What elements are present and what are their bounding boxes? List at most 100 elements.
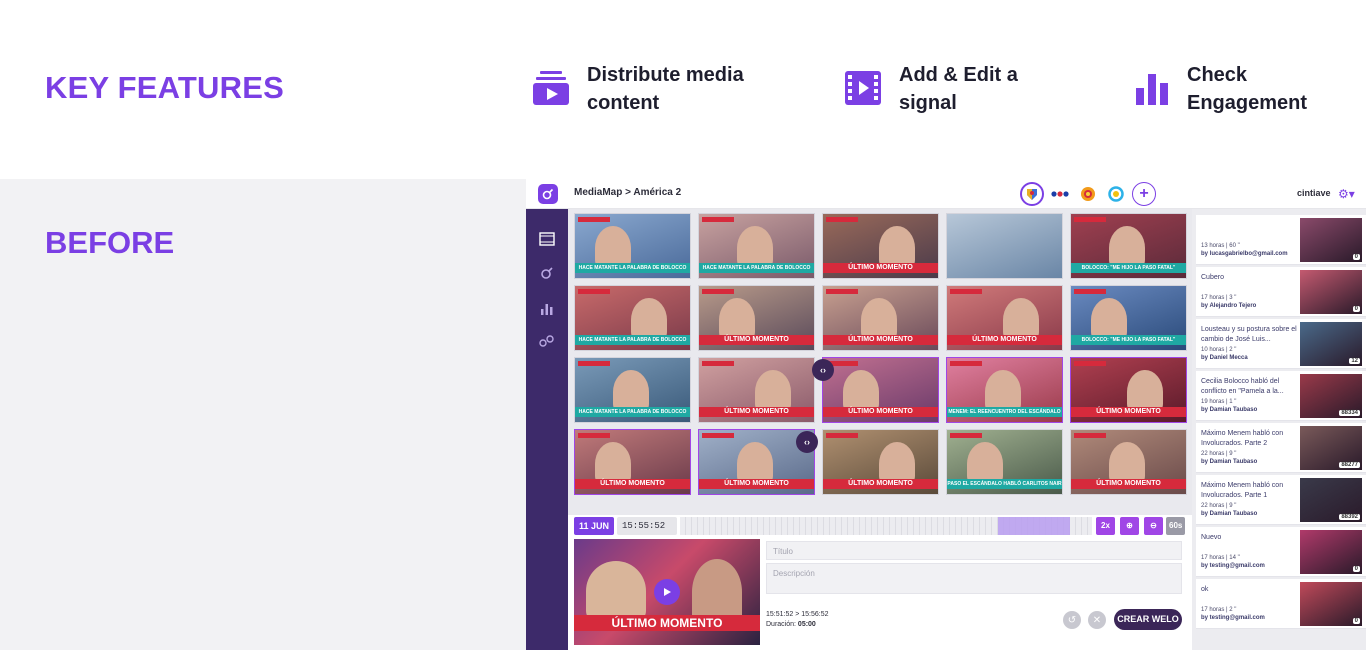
feed-item[interactable]: Máximo Menem habló con Involucrados. Par… — [1196, 423, 1366, 473]
video-thumbnail[interactable]: ÚLTIMO MOMENTO — [946, 285, 1063, 351]
video-thumbnail[interactable]: ÚLTIMO MOMENTO — [822, 357, 939, 423]
add-channel-icon[interactable]: + — [1132, 182, 1156, 206]
undo-icon[interactable]: ↺ — [1063, 611, 1081, 629]
duration-button[interactable]: 60s — [1166, 517, 1186, 535]
thumbnail-banner: ÚLTIMO MOMENTO — [1071, 407, 1186, 417]
clip-range: 15:51:52 > 15:56:52 — [766, 611, 829, 618]
film-icon[interactable] — [537, 229, 557, 249]
feed-item-time: 19 horas | 1 " — [1201, 399, 1237, 405]
stats-icon[interactable] — [537, 299, 557, 319]
view-count-badge: 0 — [1352, 618, 1360, 624]
channel-america-icon[interactable] — [1020, 182, 1044, 206]
timeline-date[interactable]: 11 JUN — [574, 517, 614, 535]
video-thumbnail[interactable]: HACE MATANTE LA PALABRA DE BOLOCCO — [574, 213, 691, 279]
feed-item-title: Cecilia Bolocco habló del conflicto en "… — [1201, 378, 1284, 395]
feed-item-thumbnail[interactable]: 0 — [1300, 218, 1362, 262]
channel-dots-icon[interactable] — [1048, 182, 1072, 206]
channel-tag — [950, 289, 982, 294]
zoom-in-button[interactable]: ⊕ — [1120, 517, 1139, 535]
video-thumbnail[interactable]: HACE MATANTE LA PALABRA DE BOLOCCO — [574, 285, 691, 351]
channel-tag — [702, 289, 734, 294]
play-icon[interactable] — [654, 579, 680, 605]
view-count-badge: 0 — [1352, 306, 1360, 312]
feature-engagement: Check Engagement — [1133, 61, 1337, 117]
feed-item-meta: 17 horas | 14 " by testing@gmail.com — [1201, 554, 1301, 570]
feed-item[interactable]: Lousteau y su postura sobre el cambio de… — [1196, 319, 1366, 369]
video-thumbnail[interactable]: PASO EL ESCÁNDALO HABLÓ CARLITOS NAIR — [946, 429, 1063, 495]
feature-edit-signal: Add & Edit a signal — [844, 61, 1029, 117]
thumbnail-banner: HACE MATANTE LA PALABRA DE BOLOCCO — [575, 335, 690, 345]
trash-icon[interactable]: ✕ — [1088, 611, 1106, 629]
timeline-selection[interactable] — [998, 517, 1070, 535]
channel-star-icon[interactable] — [1076, 182, 1100, 206]
video-thumbnail[interactable]: BOLOCCO: "ME HIJO LA PASO FATAL" — [1070, 213, 1187, 279]
feed-item-thumbnail[interactable]: 12 — [1300, 322, 1362, 366]
video-thumbnail[interactable] — [946, 213, 1063, 279]
gear-icon[interactable]: ⚙▾ — [1338, 187, 1355, 201]
feed-item-thumbnail[interactable]: 88392 — [1300, 478, 1362, 522]
feed-item-author: by lucasgabrielbo@gmail.com — [1201, 251, 1288, 257]
feed-item-author: by Damian Taubaso — [1201, 511, 1258, 517]
feed-item[interactable]: ok 17 horas | 2 " by testing@gmail.com 0 — [1196, 579, 1366, 629]
feed-item-thumbnail[interactable]: 0 — [1300, 582, 1362, 626]
team-icon[interactable] — [537, 331, 557, 351]
feed-item-meta: 17 horas | 3 " by Alejandro Tejero — [1201, 294, 1301, 310]
feed-item-title: Máximo Menem habló con Involucrados. Par… — [1201, 482, 1284, 499]
video-grid: HACE MATANTE LA PALABRA DE BOLOCCO HACE M… — [568, 209, 1192, 515]
channel-tag — [1074, 217, 1106, 222]
zoom-out-button[interactable]: ⊖ — [1144, 517, 1163, 535]
thumbnail-banner: ÚLTIMO MOMENTO — [699, 335, 814, 345]
feed-item-time: 10 horas | 2 " — [1201, 347, 1237, 353]
range-handle-icon[interactable]: ‹› — [796, 431, 818, 453]
view-count-badge: 0 — [1352, 254, 1360, 260]
channel-ring-icon[interactable] — [1104, 182, 1128, 206]
feed-item-thumbnail[interactable]: 88277 — [1300, 426, 1362, 470]
timeline-track[interactable] — [680, 517, 1092, 535]
feed-item-thumbnail[interactable]: 0 — [1300, 530, 1362, 574]
feed-item-author: by Damian Taubaso — [1201, 459, 1258, 465]
range-handle-icon[interactable]: ‹› — [812, 359, 834, 381]
preview-banner: ÚLTIMO MOMENTO — [574, 615, 760, 631]
signal-icon[interactable] — [537, 263, 557, 283]
title-input[interactable]: Título — [766, 541, 1182, 560]
timeline-time[interactable]: 15:55:52 — [617, 517, 677, 535]
feed-item[interactable]: 13 horas | 60 " by lucasgabrielbo@gmail.c… — [1196, 215, 1366, 265]
video-thumbnail[interactable]: HACE MATANTE LA PALABRA DE BOLOCCO — [698, 213, 815, 279]
feed-item[interactable]: Nuevo 17 horas | 14 " by testing@gmail.com… — [1196, 527, 1366, 577]
video-thumbnail[interactable]: MENEM: EL REENCUENTRO DEL ESCÁNDALO — [946, 357, 1063, 423]
duration-value: 05:00 — [797, 621, 816, 628]
feed-item-thumbnail[interactable]: 88334 — [1300, 374, 1362, 418]
feed-item[interactable]: Máximo Menem habló con Involucrados. Par… — [1196, 475, 1366, 525]
video-thumbnail[interactable]: BOLOCCO: "ME HIJO LA PASO FATAL" — [1070, 285, 1187, 351]
feed-item-meta: 17 horas | 2 " by testing@gmail.com — [1201, 606, 1301, 622]
feed-item-meta: 19 horas | 1 " by Damian Taubaso — [1201, 398, 1301, 414]
breadcrumb[interactable]: MediaMap > América 2 — [574, 187, 681, 198]
channel-tag — [578, 217, 610, 222]
video-thumbnail[interactable]: ÚLTIMO MOMENTO — [1070, 429, 1187, 495]
feed-item-meta: 22 horas | 9 " by Damian Taubaso — [1201, 450, 1301, 466]
video-thumbnail[interactable]: ÚLTIMO MOMENTO — [822, 285, 939, 351]
feed-item[interactable]: Cecilia Bolocco habló del conflicto en "… — [1196, 371, 1366, 421]
create-welo-button[interactable]: CREAR WELO — [1114, 609, 1182, 630]
channel-tag — [826, 433, 858, 438]
username[interactable]: cintiave — [1297, 188, 1331, 198]
thumbnail-banner: BOLOCCO: "ME HIJO LA PASO FATAL" — [1071, 263, 1186, 273]
app-logo-icon[interactable] — [538, 184, 558, 204]
thumbnail-banner: MENEM: EL REENCUENTRO DEL ESCÁNDALO — [947, 407, 1062, 417]
video-thumbnail[interactable]: ÚLTIMO MOMENTO — [822, 429, 939, 495]
feed-item[interactable]: Cubero 17 horas | 3 " by Alejandro Tejero 0 — [1196, 267, 1366, 317]
description-input[interactable]: Descripción — [766, 563, 1182, 594]
feed-item-meta: 10 horas | 2 " by Daniel Mecca — [1201, 346, 1301, 362]
feed-item-time: 22 horas | 9 " — [1201, 503, 1237, 509]
video-preview[interactable]: ÚLTIMO MOMENTO — [574, 539, 760, 645]
feed-item-thumbnail[interactable]: 0 — [1300, 270, 1362, 314]
video-thumbnail[interactable]: ÚLTIMO MOMENTO — [698, 357, 815, 423]
speed-button[interactable]: 2x — [1096, 517, 1115, 535]
feed-item-meta: 22 horas | 9 " by Damian Taubaso — [1201, 502, 1301, 518]
video-thumbnail[interactable]: ÚLTIMO MOMENTO — [822, 213, 939, 279]
feature-label: Add & Edit a signal — [899, 64, 1018, 114]
video-thumbnail[interactable]: ÚLTIMO MOMENTO — [1070, 357, 1187, 423]
video-thumbnail[interactable]: ÚLTIMO MOMENTO — [574, 429, 691, 495]
video-thumbnail[interactable]: ÚLTIMO MOMENTO — [698, 285, 815, 351]
video-thumbnail[interactable]: HACE MATANTE LA PALABRA DE BOLOCCO — [574, 357, 691, 423]
